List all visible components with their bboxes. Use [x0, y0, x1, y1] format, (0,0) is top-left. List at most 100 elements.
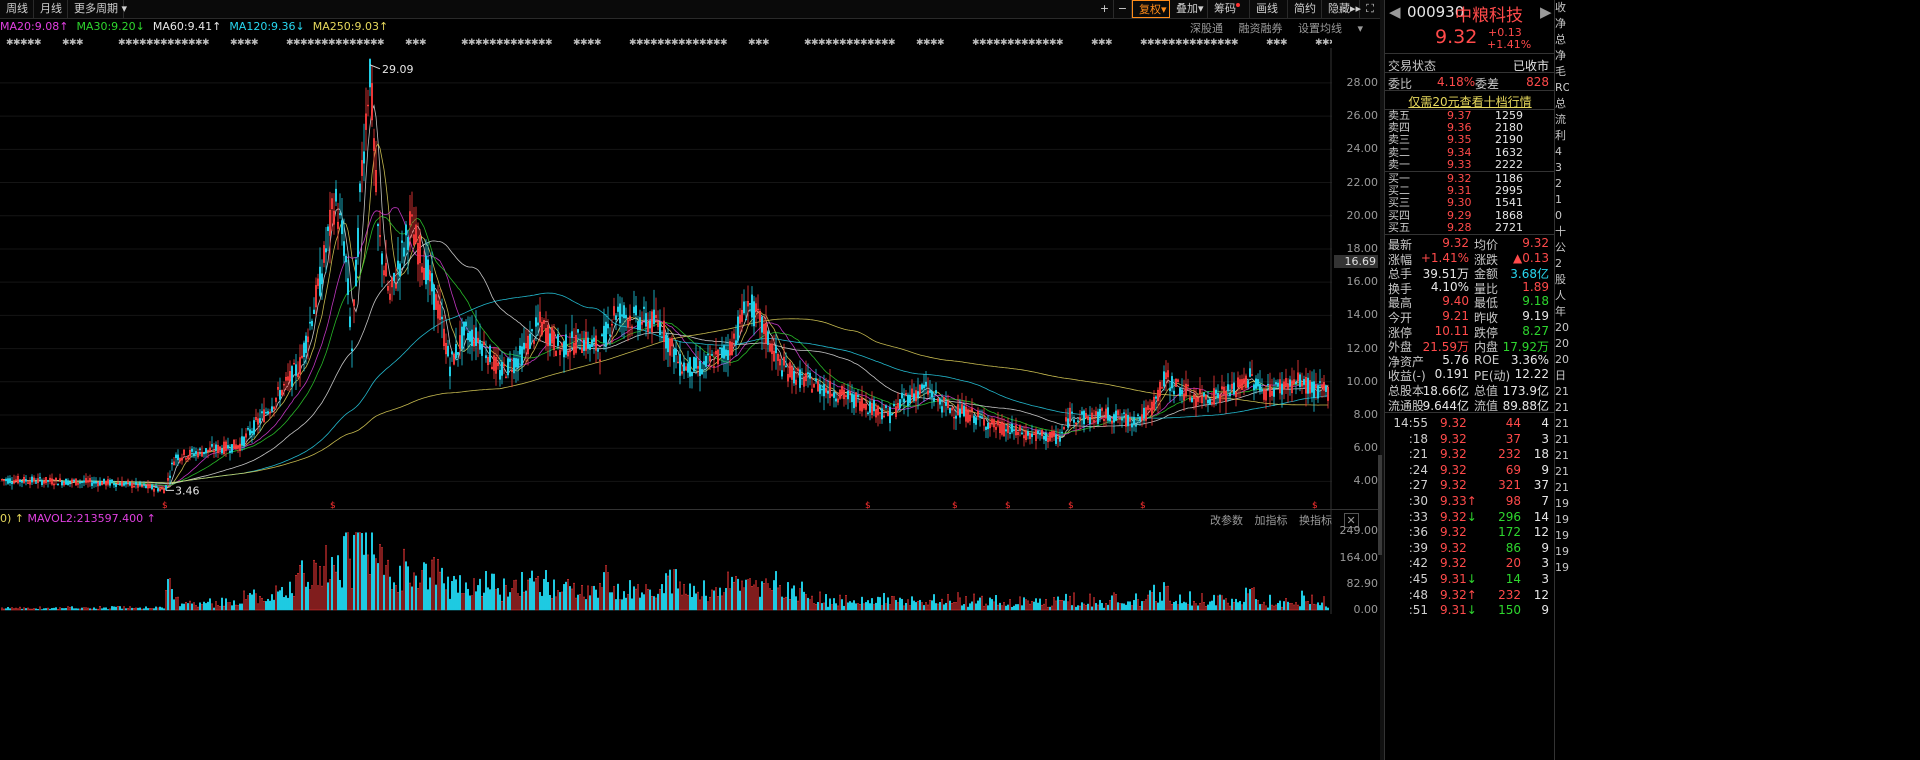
prev-stock-icon[interactable]: ◀: [1389, 3, 1401, 21]
volume-bar: [957, 592, 959, 611]
add-indicator-button[interactable]: 加指标: [1255, 514, 1288, 527]
link-hk-connect[interactable]: 深股通: [1190, 22, 1223, 35]
scrollbar[interactable]: [1378, 455, 1382, 555]
volume-bar: [991, 599, 993, 611]
volume-bar: [937, 603, 939, 611]
candle-body: [1004, 429, 1007, 432]
volume-bar: [127, 608, 129, 611]
tick-count: 7: [1541, 494, 1549, 508]
volume-bar: [205, 603, 207, 611]
candle-body: [800, 373, 803, 376]
volume-bar: [997, 604, 999, 611]
volume-bar: [173, 599, 175, 611]
link-ma-settings[interactable]: 设置均线 ▾: [1298, 22, 1363, 35]
candle-body: [744, 318, 747, 321]
volume-bar: [507, 596, 509, 611]
link-margin[interactable]: 融资融券: [1239, 22, 1283, 35]
adjust-rights-button[interactable]: 复权▾: [1132, 0, 1170, 18]
candle-body: [750, 294, 753, 318]
draw-line-button[interactable]: 画线: [1250, 0, 1288, 18]
weicha-value: 828: [1526, 75, 1549, 89]
volume-bar: [993, 601, 995, 611]
candle-body: [278, 390, 281, 400]
candle-body: [1077, 420, 1080, 422]
candle-body: [326, 226, 329, 232]
volume-bar: [769, 588, 771, 611]
volume-bar: [171, 589, 173, 611]
volume-bar: [1151, 592, 1153, 611]
volume-bar: [225, 598, 227, 611]
candle-body: [290, 366, 293, 387]
volume-bar: [73, 608, 75, 611]
price-axis-label: 28.00: [1346, 75, 1379, 89]
volume-bar: [1035, 598, 1037, 611]
overlay-button[interactable]: 叠加▾: [1170, 0, 1208, 18]
candle-body: [139, 482, 142, 486]
next-stock-icon[interactable]: ▶: [1540, 3, 1552, 21]
simple-mode-button[interactable]: 简约: [1288, 0, 1322, 18]
order-level-label: 卖五: [1388, 109, 1410, 122]
candle-body: [686, 363, 689, 373]
volume-bar: [303, 573, 305, 611]
candle-body: [266, 411, 269, 414]
volume-bar: [513, 580, 515, 611]
volume-bar: [681, 594, 683, 611]
tab-monthly[interactable]: 月线: [34, 0, 68, 18]
volume-bar: [825, 594, 827, 611]
kline-chart[interactable]: 29.093.46$ $ $ $ $ $ $ $: [0, 48, 1332, 614]
switch-indicator-button[interactable]: 换指标: [1299, 514, 1332, 527]
volume-bar: [387, 559, 389, 611]
event-mark-icon: ✱: [1280, 38, 1288, 47]
volume-bar: [361, 533, 363, 611]
fullscreen-button[interactable]: ⛶: [1360, 0, 1380, 18]
hide-button[interactable]: 隐藏▸▸: [1322, 0, 1361, 18]
more-periods-dropdown[interactable]: 更多周期 ▾: [68, 0, 127, 18]
volume-bar: [965, 596, 967, 611]
zoom-out-button[interactable]: −: [1114, 0, 1132, 18]
tick-count: 9: [1541, 540, 1549, 555]
current-price-flag: 16.69: [1334, 255, 1378, 268]
candle-body: [962, 405, 965, 417]
volume-bar: [99, 606, 101, 611]
candle-body: [742, 301, 745, 314]
volume-bar: [1281, 606, 1283, 611]
candle-body: [344, 255, 347, 263]
volume-bar: [763, 583, 765, 611]
tick-row: :24 9.32 69 9: [1385, 463, 1555, 477]
volume-bar: [479, 578, 481, 611]
zoom-in-button[interactable]: +: [1096, 0, 1114, 18]
candle-body: [119, 483, 122, 486]
volume-bar: [1251, 588, 1253, 611]
order-volume: 1541: [1495, 196, 1523, 210]
volume-bar: [79, 608, 81, 611]
order-price: 9.33: [1447, 157, 1472, 171]
chips-button[interactable]: 筹码: [1208, 0, 1250, 18]
event-mark-icon: ✱: [251, 38, 259, 47]
candle-body: [1008, 432, 1011, 434]
volume-bar: [1103, 607, 1105, 611]
candle-body: [480, 343, 483, 356]
volume-bar: [39, 606, 41, 611]
volume-bar: [109, 608, 111, 611]
dropdown-arrow-icon: ▾: [1198, 2, 1204, 15]
volume-bar: [279, 590, 281, 611]
edit-params-button[interactable]: 改参数: [1210, 514, 1243, 527]
candle-body: [135, 481, 138, 485]
down-arrow-icon: ↓: [1466, 603, 1477, 618]
volume-bar: [1237, 602, 1239, 611]
volume-bar: [1159, 592, 1161, 611]
candle-body: [856, 395, 859, 397]
tab-weekly[interactable]: 周线: [0, 0, 34, 18]
order-level-label: 买二: [1388, 184, 1410, 198]
tick-row: :48 9.32↑ 232 12: [1385, 588, 1555, 602]
volume-bar: [1311, 594, 1313, 611]
volume-bar: [677, 588, 679, 611]
tick-volume: 232: [1498, 587, 1521, 602]
level2-promo-link[interactable]: 仅需20元查看十档行情: [1385, 93, 1555, 109]
candle-body: [1207, 399, 1210, 404]
stat-value: +1.41%: [1420, 250, 1469, 265]
candle-body: [392, 273, 395, 281]
tick-price: 9.32: [1440, 525, 1467, 540]
tick-volume: 69: [1505, 462, 1521, 477]
candle-body: [1039, 433, 1042, 435]
